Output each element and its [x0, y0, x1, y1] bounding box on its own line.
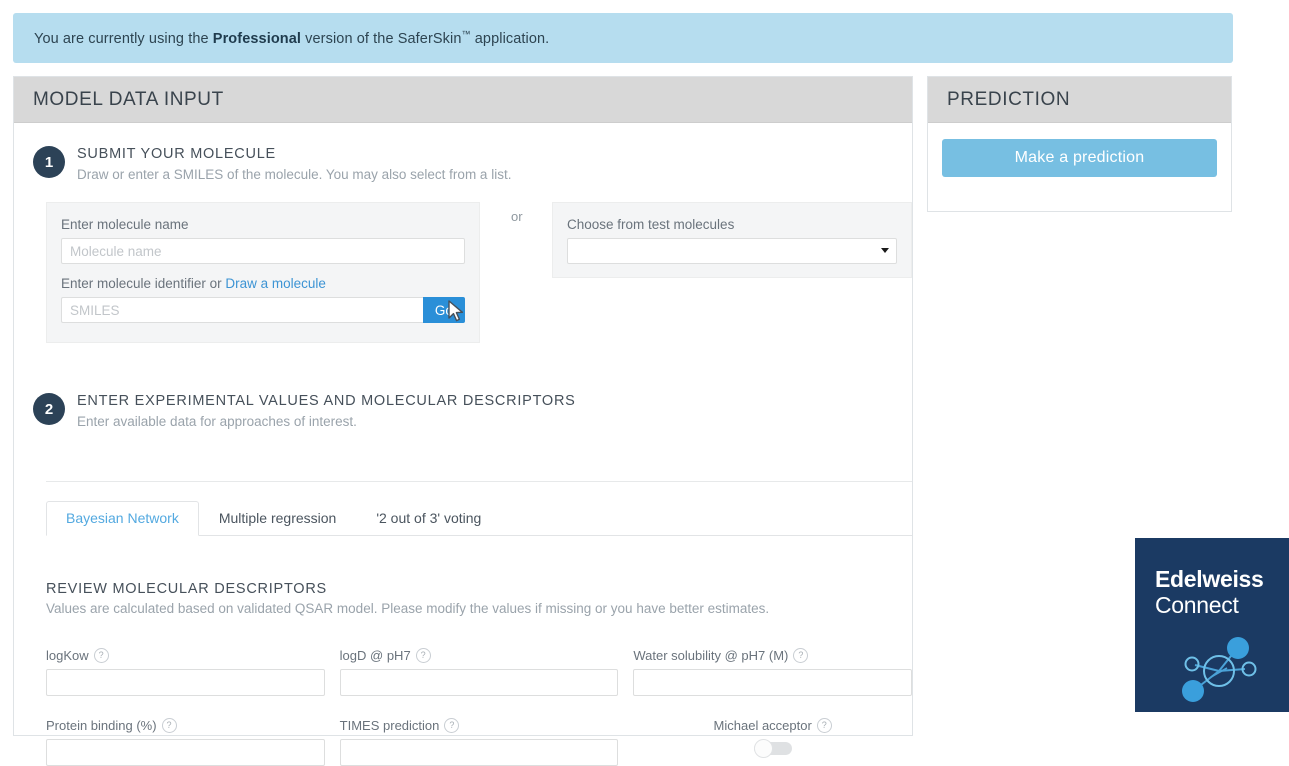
edelweiss-connect-logo: Edelweiss Connect [1135, 538, 1289, 712]
step-2: 2 ENTER EXPERIMENTAL VALUES AND MOLECULA… [14, 362, 912, 431]
prediction-header: PREDICTION [928, 77, 1231, 123]
section-divider [46, 481, 912, 482]
banner-suffix: application. [470, 30, 550, 47]
logkow-input[interactable] [46, 669, 325, 696]
step-2-title: ENTER EXPERIMENTAL VALUES AND MOLECULAR … [77, 393, 576, 409]
field-times-prediction-label-text: TIMES prediction [339, 718, 440, 733]
field-logkow: logKow ? [46, 648, 325, 696]
molecule-icon [1182, 637, 1257, 702]
toggle-knob [753, 739, 773, 758]
help-icon[interactable]: ? [444, 718, 460, 733]
descriptors-subtitle: Values are calculated based on validated… [46, 601, 770, 616]
field-michael-acceptor-label-text: Michael acceptor [713, 718, 812, 733]
times-prediction-input[interactable] [339, 739, 619, 766]
logd-ph7-input[interactable] [339, 669, 619, 696]
approach-tabs: Bayesian Network Multiple regression '2 … [46, 501, 912, 536]
field-water-solubility-label: Water solubility @ pH7 (M) ? [633, 648, 912, 663]
tab-multiple-regression[interactable]: Multiple regression [199, 501, 357, 536]
step-1-title: SUBMIT YOUR MOLECULE [77, 146, 276, 162]
protein-binding-input[interactable] [46, 739, 325, 766]
test-molecules-label: Choose from test molecules [567, 217, 735, 232]
molecule-identifier-label: Enter molecule identifier or Draw a mole… [61, 276, 465, 291]
test-molecules-select[interactable] [567, 238, 897, 264]
field-logkow-label-text: logKow [46, 648, 89, 663]
model-data-input-body: 1 SUBMIT YOUR MOLECULE Draw or enter a S… [14, 123, 913, 766]
step-1-text: SUBMIT YOUR MOLECULE Draw or enter a SMI… [77, 145, 511, 184]
model-data-input-card: MODEL DATA INPUT 1 SUBMIT YOUR MOLECULE … [13, 76, 913, 766]
molecular-descriptors-section: REVIEW MOLECULAR DESCRIPTORS Values are … [46, 581, 913, 766]
descriptors-title: REVIEW MOLECULAR DESCRIPTORS [46, 581, 327, 597]
field-logd-ph7-label-text: logD @ pH7 [339, 648, 411, 663]
field-water-solubility-label-text: Water solubility @ pH7 (M) [633, 648, 789, 663]
license-banner: You are currently using the Professional… [13, 13, 1233, 63]
field-logd-ph7: logD @ pH7 ? [339, 648, 619, 696]
field-times-prediction: TIMES prediction ? [339, 718, 619, 766]
tab-bayesian-network[interactable]: Bayesian Network [46, 501, 199, 536]
step-1: 1 SUBMIT YOUR MOLECULE Draw or enter a S… [14, 123, 912, 184]
field-michael-acceptor-label: Michael acceptor ? [633, 718, 912, 733]
help-icon[interactable]: ? [816, 718, 832, 733]
step-1-subtitle: Draw or enter a SMILES of the molecule. … [77, 167, 512, 182]
smiles-input-group: Go [61, 297, 465, 323]
smiles-input[interactable] [61, 297, 423, 323]
trademark-symbol: ™ [461, 29, 471, 40]
draw-a-molecule-link[interactable]: Draw a molecule [225, 276, 326, 291]
help-icon[interactable]: ? [793, 648, 809, 663]
field-times-prediction-label: TIMES prediction ? [340, 718, 619, 733]
license-banner-text: You are currently using the Professional… [34, 29, 549, 47]
tab-2-out-of-3-voting[interactable]: '2 out of 3' voting [356, 501, 501, 536]
field-protein-binding-label-text: Protein binding (%) [46, 718, 157, 733]
field-protein-binding-label: Protein binding (%) ? [46, 718, 325, 733]
michael-acceptor-toggle[interactable] [753, 739, 792, 758]
help-icon[interactable]: ? [415, 648, 431, 663]
test-molecules-select-wrap [567, 238, 897, 264]
field-logkow-label: logKow ? [46, 648, 325, 663]
step-2-subtitle: Enter available data for approaches of i… [77, 414, 357, 429]
prediction-body: Make a prediction [928, 139, 1231, 177]
banner-emphasis: Professional [212, 30, 302, 47]
help-icon[interactable]: ? [93, 648, 109, 663]
make-a-prediction-button[interactable]: Make a prediction [942, 139, 1217, 177]
field-water-solubility: Water solubility @ pH7 (M) ? [633, 648, 913, 696]
logo-line-1: Edelweiss [1155, 566, 1264, 592]
water-solubility-input[interactable] [633, 669, 913, 696]
test-molecules-box: Choose from test molecules [552, 202, 912, 278]
molecule-name-label: Enter molecule name [61, 217, 189, 232]
molecule-identifier-label-text: Enter molecule identifier or [61, 276, 226, 291]
banner-prefix: You are currently using the [34, 30, 213, 47]
page-title: MODEL DATA INPUT [33, 88, 224, 110]
step-2-badge: 2 [33, 393, 65, 425]
descriptor-row-1: logKow ? logD @ pH7 ? Water solubility @… [46, 648, 913, 696]
logo-line-2: Connect [1155, 592, 1239, 618]
field-michael-acceptor: Michael acceptor ? [633, 718, 912, 766]
model-data-input-header: MODEL DATA INPUT [14, 77, 912, 123]
field-protein-binding: Protein binding (%) ? [46, 718, 325, 766]
michael-acceptor-toggle-wrap [633, 739, 912, 758]
molecule-input-row: Enter molecule name Enter molecule ident… [14, 202, 912, 362]
prediction-title: PREDICTION [947, 88, 1071, 110]
molecule-name-input[interactable] [61, 238, 465, 264]
or-separator-label: or [511, 209, 523, 224]
help-icon[interactable]: ? [161, 718, 177, 733]
molecule-entry-box: Enter molecule name Enter molecule ident… [46, 202, 480, 343]
step-1-badge: 1 [33, 146, 65, 178]
prediction-card: PREDICTION Make a prediction [927, 76, 1232, 212]
descriptor-row-2: Protein binding (%) ? TIMES prediction ?… [46, 718, 912, 766]
banner-middle: version of the SaferSkin [301, 30, 462, 47]
step-2-text: ENTER EXPERIMENTAL VALUES AND MOLECULAR … [77, 392, 576, 431]
go-button[interactable]: Go [422, 297, 465, 323]
field-logd-ph7-label: logD @ pH7 ? [340, 648, 619, 663]
